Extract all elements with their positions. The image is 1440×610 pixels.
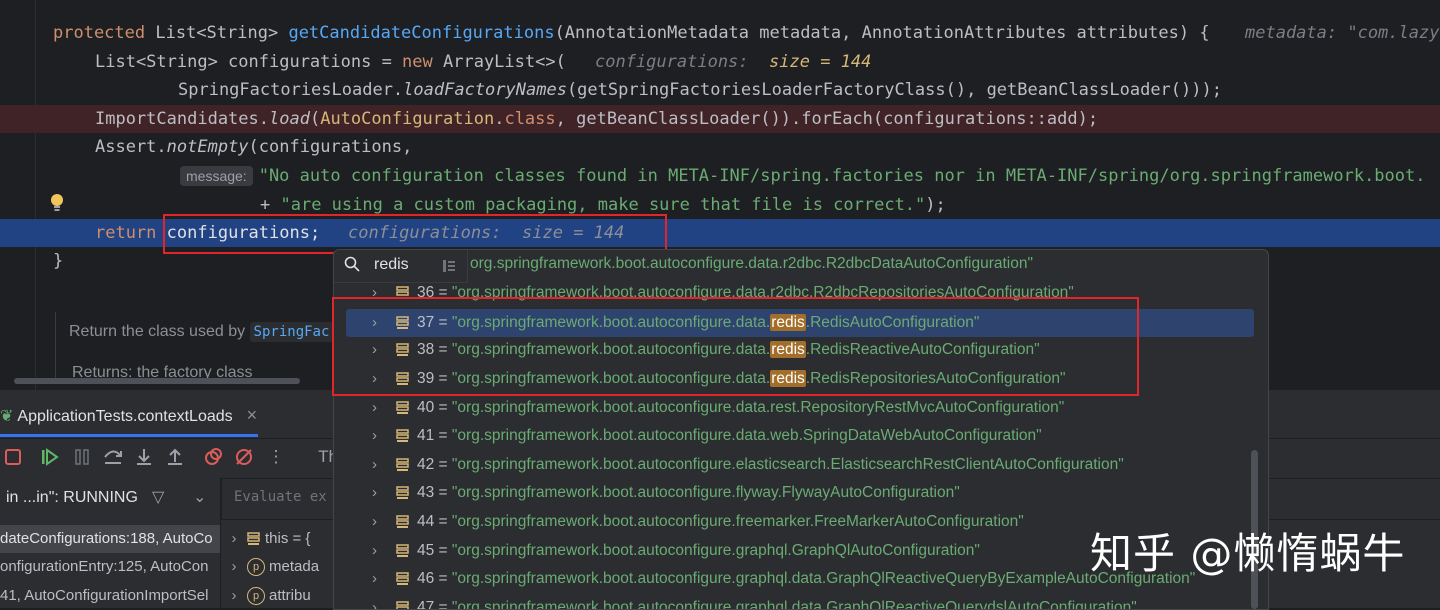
field-icon bbox=[247, 532, 260, 546]
code-line-assert[interactable]: Assert.notEmpty(configurations, bbox=[0, 133, 1440, 161]
lightbulb-icon[interactable] bbox=[50, 193, 64, 213]
stack-frame[interactable]: dateConfigurations:188, AutoCo bbox=[0, 525, 220, 553]
parameter-hint-badge: message: bbox=[180, 166, 253, 186]
chevron-right-icon[interactable]: › bbox=[221, 525, 247, 553]
rendered-doc-comment: Return the class used by SpringFac bbox=[69, 322, 334, 342]
parameter-icon: p bbox=[247, 587, 265, 606]
field-icon bbox=[396, 486, 409, 500]
chevron-right-icon[interactable]: › bbox=[372, 565, 377, 593]
resume-icon[interactable] bbox=[40, 447, 60, 467]
list-item[interactable]: › 43 = "org.springframework.boot.autoconf… bbox=[334, 479, 1268, 507]
chevron-right-icon[interactable]: › bbox=[221, 582, 247, 610]
doc-comment-rule bbox=[55, 312, 56, 382]
stack-frame[interactable]: onfigurationEntry:125, AutoCon bbox=[0, 553, 220, 581]
chevron-right-icon[interactable]: › bbox=[221, 553, 247, 581]
chevron-right-icon[interactable]: › bbox=[372, 479, 377, 507]
annotation-highlight-box bbox=[332, 297, 1139, 396]
field-icon bbox=[396, 515, 409, 528]
step-into-icon[interactable] bbox=[134, 447, 154, 467]
active-tab-indicator bbox=[0, 434, 258, 437]
inline-debug-hint: metadata: "com.lazy bbox=[1245, 23, 1440, 43]
thread-selector[interactable]: in ...in": RUNNING ▽ ⌄ bbox=[0, 478, 220, 518]
code-line-message[interactable]: message: "No auto configuration classes f… bbox=[0, 162, 1440, 190]
close-icon[interactable]: × bbox=[247, 405, 258, 425]
speed-search-field[interactable]: redis bbox=[334, 250, 468, 283]
chevron-right-icon[interactable]: › bbox=[372, 394, 377, 422]
inline-debug-hint: configurations: bbox=[595, 52, 749, 72]
code-line-method-signature[interactable]: protected List<String> getCandidateConfi… bbox=[0, 19, 1440, 47]
field-icon bbox=[396, 572, 409, 586]
list-item[interactable]: org.springframework.boot.autoconfigure.d… bbox=[334, 250, 1268, 278]
step-out-icon[interactable] bbox=[165, 447, 185, 467]
parameter-icon: p bbox=[247, 558, 265, 577]
pause-icon[interactable] bbox=[72, 447, 92, 467]
code-line-import-candidates[interactable]: ImportCandidates.load(AutoConfiguration.… bbox=[0, 105, 1440, 133]
variable-attributes[interactable]: › p attribu bbox=[221, 582, 341, 610]
filter-icon[interactable]: ▽ bbox=[152, 478, 164, 518]
more-options-icon[interactable]: ⋮ bbox=[266, 447, 286, 467]
chevron-right-icon[interactable]: › bbox=[372, 508, 377, 536]
variable-this[interactable]: › this = { bbox=[221, 525, 341, 553]
field-icon bbox=[396, 400, 409, 414]
tab-application-tests[interactable]: ❦ ApplicationTests.contextLoads × bbox=[0, 400, 257, 430]
chevron-right-icon[interactable]: › bbox=[372, 451, 377, 479]
field-icon bbox=[396, 429, 409, 443]
view-breakpoints-icon[interactable] bbox=[203, 447, 223, 467]
list-item[interactable]: › 42 = "org.springframework.boot.autoconf… bbox=[334, 451, 1268, 479]
step-over-icon[interactable] bbox=[103, 447, 123, 467]
field-icon bbox=[396, 457, 409, 471]
search-icon bbox=[344, 256, 360, 272]
code-line-configurations-decl[interactable]: List<String> configurations = new ArrayL… bbox=[0, 48, 1440, 76]
list-item[interactable]: › 41 = "org.springframework.boot.autoconf… bbox=[334, 422, 1268, 450]
field-icon bbox=[396, 600, 409, 609]
watermark: 知乎 @懒惰蜗牛 bbox=[1090, 529, 1406, 578]
chevron-down-icon[interactable]: ⌄ bbox=[193, 478, 206, 518]
stop-icon[interactable] bbox=[3, 447, 23, 467]
mute-breakpoints-icon[interactable] bbox=[234, 447, 254, 467]
chevron-right-icon[interactable]: › bbox=[372, 422, 377, 450]
tree-view-icon[interactable] bbox=[442, 259, 456, 273]
horizontal-scrollbar[interactable] bbox=[14, 378, 300, 384]
code-line-load-factory-names[interactable]: SpringFactoriesLoader.loadFactoryNames(g… bbox=[0, 76, 1440, 104]
list-item[interactable]: › 40 = "org.springframework.boot.autoconf… bbox=[334, 394, 1268, 422]
variable-metadata[interactable]: › p metada bbox=[221, 553, 341, 581]
field-icon bbox=[396, 543, 409, 557]
chevron-right-icon[interactable]: › bbox=[372, 537, 377, 565]
spring-leaf-icon: ❦ bbox=[0, 408, 14, 425]
stack-frame[interactable]: 41, AutoConfigurationImportSel bbox=[0, 582, 220, 610]
